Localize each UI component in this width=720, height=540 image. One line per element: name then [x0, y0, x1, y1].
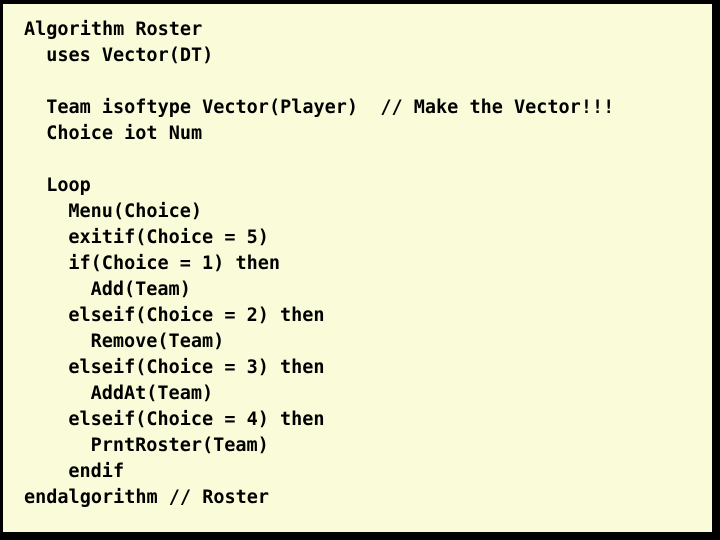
code-text: exitif(Choice = 5) — [68, 227, 269, 248]
code-line: endif — [3, 459, 712, 485]
code-line: elseif(Choice = 4) then — [3, 407, 712, 433]
code-text: endif — [68, 461, 125, 482]
code-text: Loop — [46, 175, 91, 196]
code-text: Menu(Choice) — [68, 201, 203, 222]
code-line: Algorithm Roster — [3, 17, 712, 43]
slide-frame: Algorithm Roster uses Vector(DT) Team isof… — [0, 0, 720, 540]
code-line: exitif(Choice = 5) — [3, 225, 712, 251]
code-line: elseif(Choice = 3) then — [3, 355, 712, 381]
code-text: Remove(Team) — [90, 331, 225, 352]
code-line: Choice iot Num — [3, 121, 712, 147]
code-text: elseif(Choice = 4) then — [68, 409, 325, 430]
code-line: Menu(Choice) — [3, 199, 712, 225]
code-line: uses Vector(DT) — [3, 43, 712, 69]
code-line: Add(Team) — [3, 277, 712, 303]
code-text: Team isoftype Vector(Player) — [46, 97, 359, 118]
code-comment: // Make the Vector!!! — [358, 97, 615, 118]
code-text: elseif(Choice = 3) then — [68, 357, 325, 378]
code-text: PrntRoster(Team) — [90, 435, 269, 456]
code-line: PrntRoster(Team) — [3, 433, 712, 459]
code-text: Add(Team) — [90, 279, 191, 300]
code-text: if(Choice = 1) then — [68, 253, 281, 274]
code-line: elseif(Choice = 2) then — [3, 303, 712, 329]
code-line: if(Choice = 1) then — [3, 251, 712, 277]
code-line: Remove(Team) — [3, 329, 712, 355]
code-text: endalgorithm // Roster — [24, 487, 270, 508]
code-text: Choice iot Num — [46, 123, 203, 144]
code-line: endalgorithm // Roster — [3, 485, 712, 511]
code-text: elseif(Choice = 2) then — [68, 305, 325, 326]
code-panel: Algorithm Roster uses Vector(DT) Team isof… — [3, 4, 712, 532]
code-text: Algorithm Roster — [24, 19, 203, 40]
code-text: AddAt(Team) — [90, 383, 214, 404]
code-line: Loop — [3, 173, 712, 199]
code-line: Team isoftype Vector(Player) // Make the… — [3, 95, 712, 121]
code-line: AddAt(Team) — [3, 381, 712, 407]
code-text: uses Vector(DT) — [46, 45, 214, 66]
algorithm-code-block: Algorithm Roster uses Vector(DT) Team isof… — [3, 17, 712, 511]
